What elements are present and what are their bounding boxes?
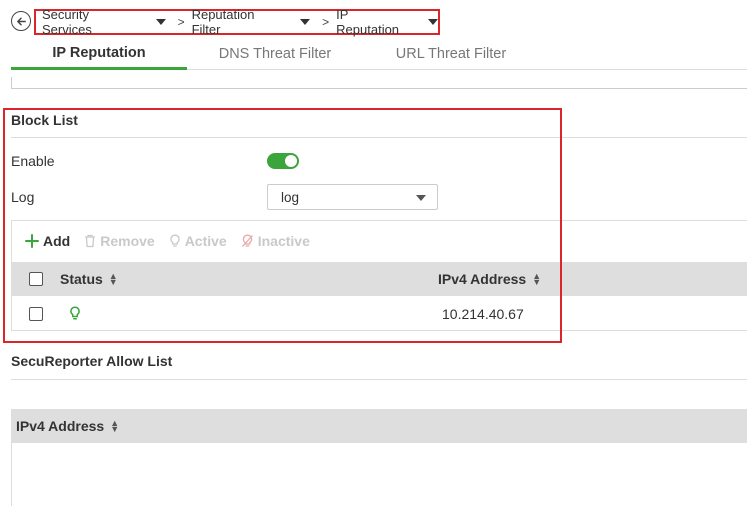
ipv4-cell: 10.214.40.67 (442, 306, 524, 322)
active-label: Active (184, 233, 227, 249)
bulb-active-icon (70, 306, 80, 320)
remove-label: Remove (100, 233, 155, 249)
tab-bar: IP Reputation DNS Threat Filter URL Thre… (11, 38, 747, 70)
add-button[interactable]: Add (25, 233, 70, 249)
breadcrumb: Security Services > Reputation Filter > … (34, 7, 440, 37)
add-label: Add (43, 233, 71, 249)
ipv4-column-label: IPv4 Address (438, 271, 527, 287)
tab-dns-threat-filter[interactable]: DNS Threat Filter (187, 38, 363, 70)
inactive-button[interactable]: Inactive (241, 233, 310, 249)
log-label: Log (11, 189, 35, 205)
active-button[interactable]: Active (169, 233, 227, 249)
breadcrumb-separator: > (322, 15, 330, 29)
select-all-checkbox[interactable] (29, 272, 43, 286)
section-divider (11, 137, 747, 138)
remove-button[interactable]: Remove (84, 233, 155, 249)
block-list-title: Block List (11, 112, 78, 128)
allow-list-title: SecuReporter Allow List (11, 353, 173, 369)
sort-icon[interactable]: ▲ ▼ (109, 272, 118, 287)
status-column-label: Status (60, 271, 103, 287)
section-divider (11, 379, 747, 380)
chevron-down-icon (416, 195, 426, 201)
bulb-icon (170, 234, 180, 247)
allow-ipv4-column-label: IPv4 Address (16, 418, 105, 434)
allow-list-table-body (11, 443, 747, 506)
block-list-table-header: Status ▲ ▼ IPv4 Address ▲ ▼ (11, 262, 747, 296)
row-checkbox[interactable] (29, 307, 43, 321)
chevron-down-icon[interactable] (155, 19, 166, 25)
log-select[interactable]: log (267, 184, 438, 210)
inactive-label: Inactive (257, 233, 310, 249)
plus-icon (25, 234, 39, 248)
table-row[interactable]: 10.214.40.67 (11, 296, 747, 330)
trash-icon (85, 234, 96, 248)
breadcrumb-label: IP Reputation (336, 7, 400, 37)
toggle-knob (285, 155, 297, 167)
breadcrumb-item-ip-reputation[interactable]: IP Reputation (336, 7, 438, 37)
enable-toggle[interactable] (267, 153, 299, 169)
breadcrumb-item-reputation-filter[interactable]: Reputation Filter (192, 7, 311, 37)
sort-icon[interactable]: ▲ ▼ (532, 272, 541, 287)
status-column-header[interactable]: Status ▲ ▼ (60, 271, 118, 287)
allow-list-table-header: IPv4 Address ▲ ▼ (11, 409, 747, 443)
breadcrumb-item-security-services[interactable]: Security Services (42, 7, 166, 37)
enable-label: Enable (11, 153, 55, 169)
block-list-toolbar: Add Remove Active Inactive (25, 232, 324, 250)
tab-url-threat-filter[interactable]: URL Threat Filter (363, 38, 539, 70)
back-button[interactable] (11, 11, 31, 31)
arrow-left-icon (16, 17, 26, 25)
breadcrumb-label: Reputation Filter (191, 7, 255, 37)
breadcrumb-separator: > (177, 15, 185, 29)
ipv4-column-header[interactable]: IPv4 Address ▲ ▼ (438, 271, 541, 287)
content-frame-top (11, 77, 747, 89)
log-select-value: log (281, 189, 300, 205)
sort-icon[interactable]: ▲ ▼ (110, 419, 119, 434)
chevron-down-icon[interactable] (300, 19, 311, 25)
bulb-off-icon (241, 234, 253, 247)
allow-ipv4-column-header[interactable]: IPv4 Address ▲ ▼ (16, 418, 119, 434)
tab-ip-reputation[interactable]: IP Reputation (11, 38, 187, 70)
breadcrumb-label: Security Services (42, 7, 92, 37)
chevron-down-icon[interactable] (428, 19, 438, 25)
